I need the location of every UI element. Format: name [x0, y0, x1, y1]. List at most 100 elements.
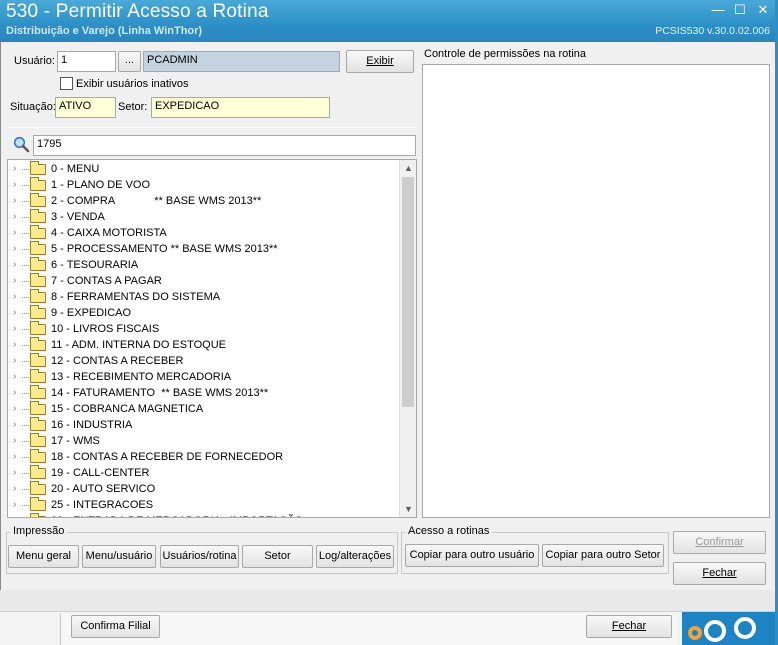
folder-icon	[30, 177, 46, 191]
scroll-down-icon[interactable]: ▼	[400, 501, 416, 517]
menu-usuario-button[interactable]: Menu/usuário	[82, 545, 156, 568]
tree-connector	[22, 169, 29, 170]
expand-chevron-icon[interactable]: ›	[13, 353, 16, 369]
expand-chevron-icon[interactable]: ›	[13, 417, 16, 433]
window-subtitle: Distribuição e Varejo (Linha WinThor)	[6, 25, 203, 37]
expand-chevron-icon[interactable]: ›	[13, 161, 16, 177]
tree-item[interactable]: › 7 - CONTAS A PAGAR	[8, 273, 398, 289]
scroll-up-icon[interactable]: ▲	[400, 160, 416, 176]
minimize-icon[interactable]: —	[708, 1, 728, 19]
tree-item[interactable]: › 6 - TESOURARIA	[8, 257, 398, 273]
permissions-panel[interactable]	[422, 64, 770, 518]
tree-item[interactable]: › 20 - AUTO SERVICO	[8, 481, 398, 497]
expand-chevron-icon[interactable]: ›	[13, 481, 16, 497]
tree-item[interactable]: › 5 - PROCESSAMENTO ** BASE WMS 2013**	[8, 241, 398, 257]
expand-chevron-icon[interactable]: ›	[13, 193, 16, 209]
background-fechar-button[interactable]: Fechar	[586, 615, 672, 638]
expand-chevron-icon[interactable]: ›	[13, 433, 16, 449]
expand-chevron-icon[interactable]: ›	[13, 257, 16, 273]
tree-item[interactable]: › 10 - LIVROS FISCAIS	[8, 321, 398, 337]
scroll-thumb[interactable]	[402, 177, 414, 407]
log-alteracoes-button[interactable]: Log/alterações	[316, 545, 394, 568]
expand-chevron-icon[interactable]: ›	[13, 401, 16, 417]
tree-item-label: 1 - PLANO DE VOO	[51, 179, 151, 191]
tree-item[interactable]: › 17 - WMS	[8, 433, 398, 449]
tree-item-label: 18 - CONTAS A RECEBER DE FORNECEDOR	[51, 451, 284, 463]
tree-connector	[22, 265, 29, 266]
copy-to-setor-button[interactable]: Copiar para outro Setor	[542, 544, 664, 567]
tree-connector	[22, 297, 29, 298]
tree-item[interactable]: › 18 - CONTAS A RECEBER DE FORNECEDOR	[8, 449, 398, 465]
folder-icon	[30, 257, 46, 271]
tree-item[interactable]: › 12 - CONTAS A RECEBER	[8, 353, 398, 369]
tree-item[interactable]: › 3 - VENDA	[8, 209, 398, 225]
title-bar: 530 - Permitir Acesso a Rotina Distribui…	[0, 0, 778, 42]
logo-figure-icon	[688, 626, 702, 640]
expand-chevron-icon[interactable]: ›	[13, 177, 16, 193]
tree-item-label: 6 - TESOURARIA	[51, 259, 139, 271]
folder-icon	[30, 513, 46, 517]
search-icon	[13, 136, 30, 156]
exibir-button[interactable]: Exibir	[346, 50, 414, 73]
expand-chevron-icon[interactable]: ›	[13, 321, 16, 337]
expand-chevron-icon[interactable]: ›	[13, 465, 16, 481]
expand-chevron-icon[interactable]: ›	[13, 497, 16, 513]
tree-item-label: 4 - CAIXA MOTORISTA	[51, 227, 167, 239]
menu-geral-button[interactable]: Menu geral	[8, 545, 79, 568]
folder-icon	[30, 337, 46, 351]
tree-item[interactable]: › 2 - COMPRA ** BASE WMS 2013**	[8, 193, 398, 209]
tree-item[interactable]: › 19 - CALL-CENTER	[8, 465, 398, 481]
confirmar-button[interactable]: Confirmar	[673, 531, 766, 554]
expand-chevron-icon[interactable]: ›	[13, 337, 16, 353]
expand-chevron-icon[interactable]: ›	[13, 225, 16, 241]
usuario-label: Usuário:	[14, 55, 55, 67]
tree-item-label: 8 - FERRAMENTAS DO SISTEMA	[51, 291, 221, 303]
confirma-filial-button[interactable]: Confirma Filial	[71, 615, 160, 638]
inactive-users-checkbox[interactable]	[60, 77, 73, 90]
tree-item[interactable]: › 9 - EXPEDICAO	[8, 305, 398, 321]
expand-chevron-icon[interactable]: ›	[13, 369, 16, 385]
expand-chevron-icon[interactable]: ›	[13, 241, 16, 257]
usuario-lookup-button[interactable]: ...	[118, 51, 141, 72]
tree-item-label: 16 - INDUSTRIA	[51, 419, 133, 431]
usuarios-rotina-button[interactable]: Usuários/rotina	[160, 545, 239, 568]
tree-connector	[22, 201, 29, 202]
folder-icon	[30, 369, 46, 383]
expand-chevron-icon[interactable]: ›	[13, 273, 16, 289]
expand-chevron-icon[interactable]: ›	[13, 449, 16, 465]
tree-item[interactable]: › 30 - ENTRADA DE MERCADORIA - IMPORTAÇÃO	[8, 513, 398, 517]
folder-icon	[30, 193, 46, 207]
search-input[interactable]: 1795	[33, 135, 416, 156]
expand-chevron-icon[interactable]: ›	[13, 305, 16, 321]
expand-chevron-icon[interactable]: ›	[13, 209, 16, 225]
tree-item-label: 19 - CALL-CENTER	[51, 467, 150, 479]
tree-connector	[22, 217, 29, 218]
tree-item[interactable]: › 4 - CAIXA MOTORISTA	[8, 225, 398, 241]
expand-chevron-icon[interactable]: ›	[13, 513, 16, 517]
routine-tree[interactable]: › 30 - ENTRADA DE MERCADORIA - IMPORTAÇÃO…	[7, 159, 417, 518]
tree-item[interactable]: › 16 - INDUSTRIA	[8, 417, 398, 433]
tree-connector	[22, 313, 29, 314]
usuario-code-field[interactable]: 1	[57, 51, 116, 72]
tree-connector	[22, 281, 29, 282]
tree-item[interactable]: › 11 - ADM. INTERNA DO ESTOQUE	[8, 337, 398, 353]
tree-item[interactable]: › 8 - FERRAMENTAS DO SISTEMA	[8, 289, 398, 305]
fechar-button[interactable]: Fechar	[673, 562, 766, 585]
tree-scrollbar[interactable]: ▲ ▼	[399, 160, 416, 517]
setor-button[interactable]: Setor	[242, 545, 313, 568]
tree-item-label: 15 - COBRANCA MAGNETICA	[51, 403, 204, 415]
tree-item-label: 3 - VENDA	[51, 211, 105, 223]
tree-item[interactable]: › 14 - FATURAMENTO ** BASE WMS 2013**	[8, 385, 398, 401]
maximize-icon[interactable]: ☐	[730, 1, 750, 19]
tree-item[interactable]: › 0 - MENU	[8, 161, 398, 177]
expand-chevron-icon[interactable]: ›	[13, 385, 16, 401]
tree-item[interactable]: › 1 - PLANO DE VOO	[8, 177, 398, 193]
tree-item-label: 0 - MENU	[51, 163, 100, 175]
close-icon[interactable]: ✕	[753, 1, 773, 19]
expand-chevron-icon[interactable]: ›	[13, 289, 16, 305]
tree-item[interactable]: › 25 - INTEGRACOES	[8, 497, 398, 513]
tree-item[interactable]: › 15 - COBRANCA MAGNETICA	[8, 401, 398, 417]
copy-to-user-button[interactable]: Copiar para outro usuário	[405, 544, 539, 567]
logo-figure-icon	[704, 620, 726, 642]
tree-item[interactable]: › 13 - RECEBIMENTO MERCADORIA	[8, 369, 398, 385]
